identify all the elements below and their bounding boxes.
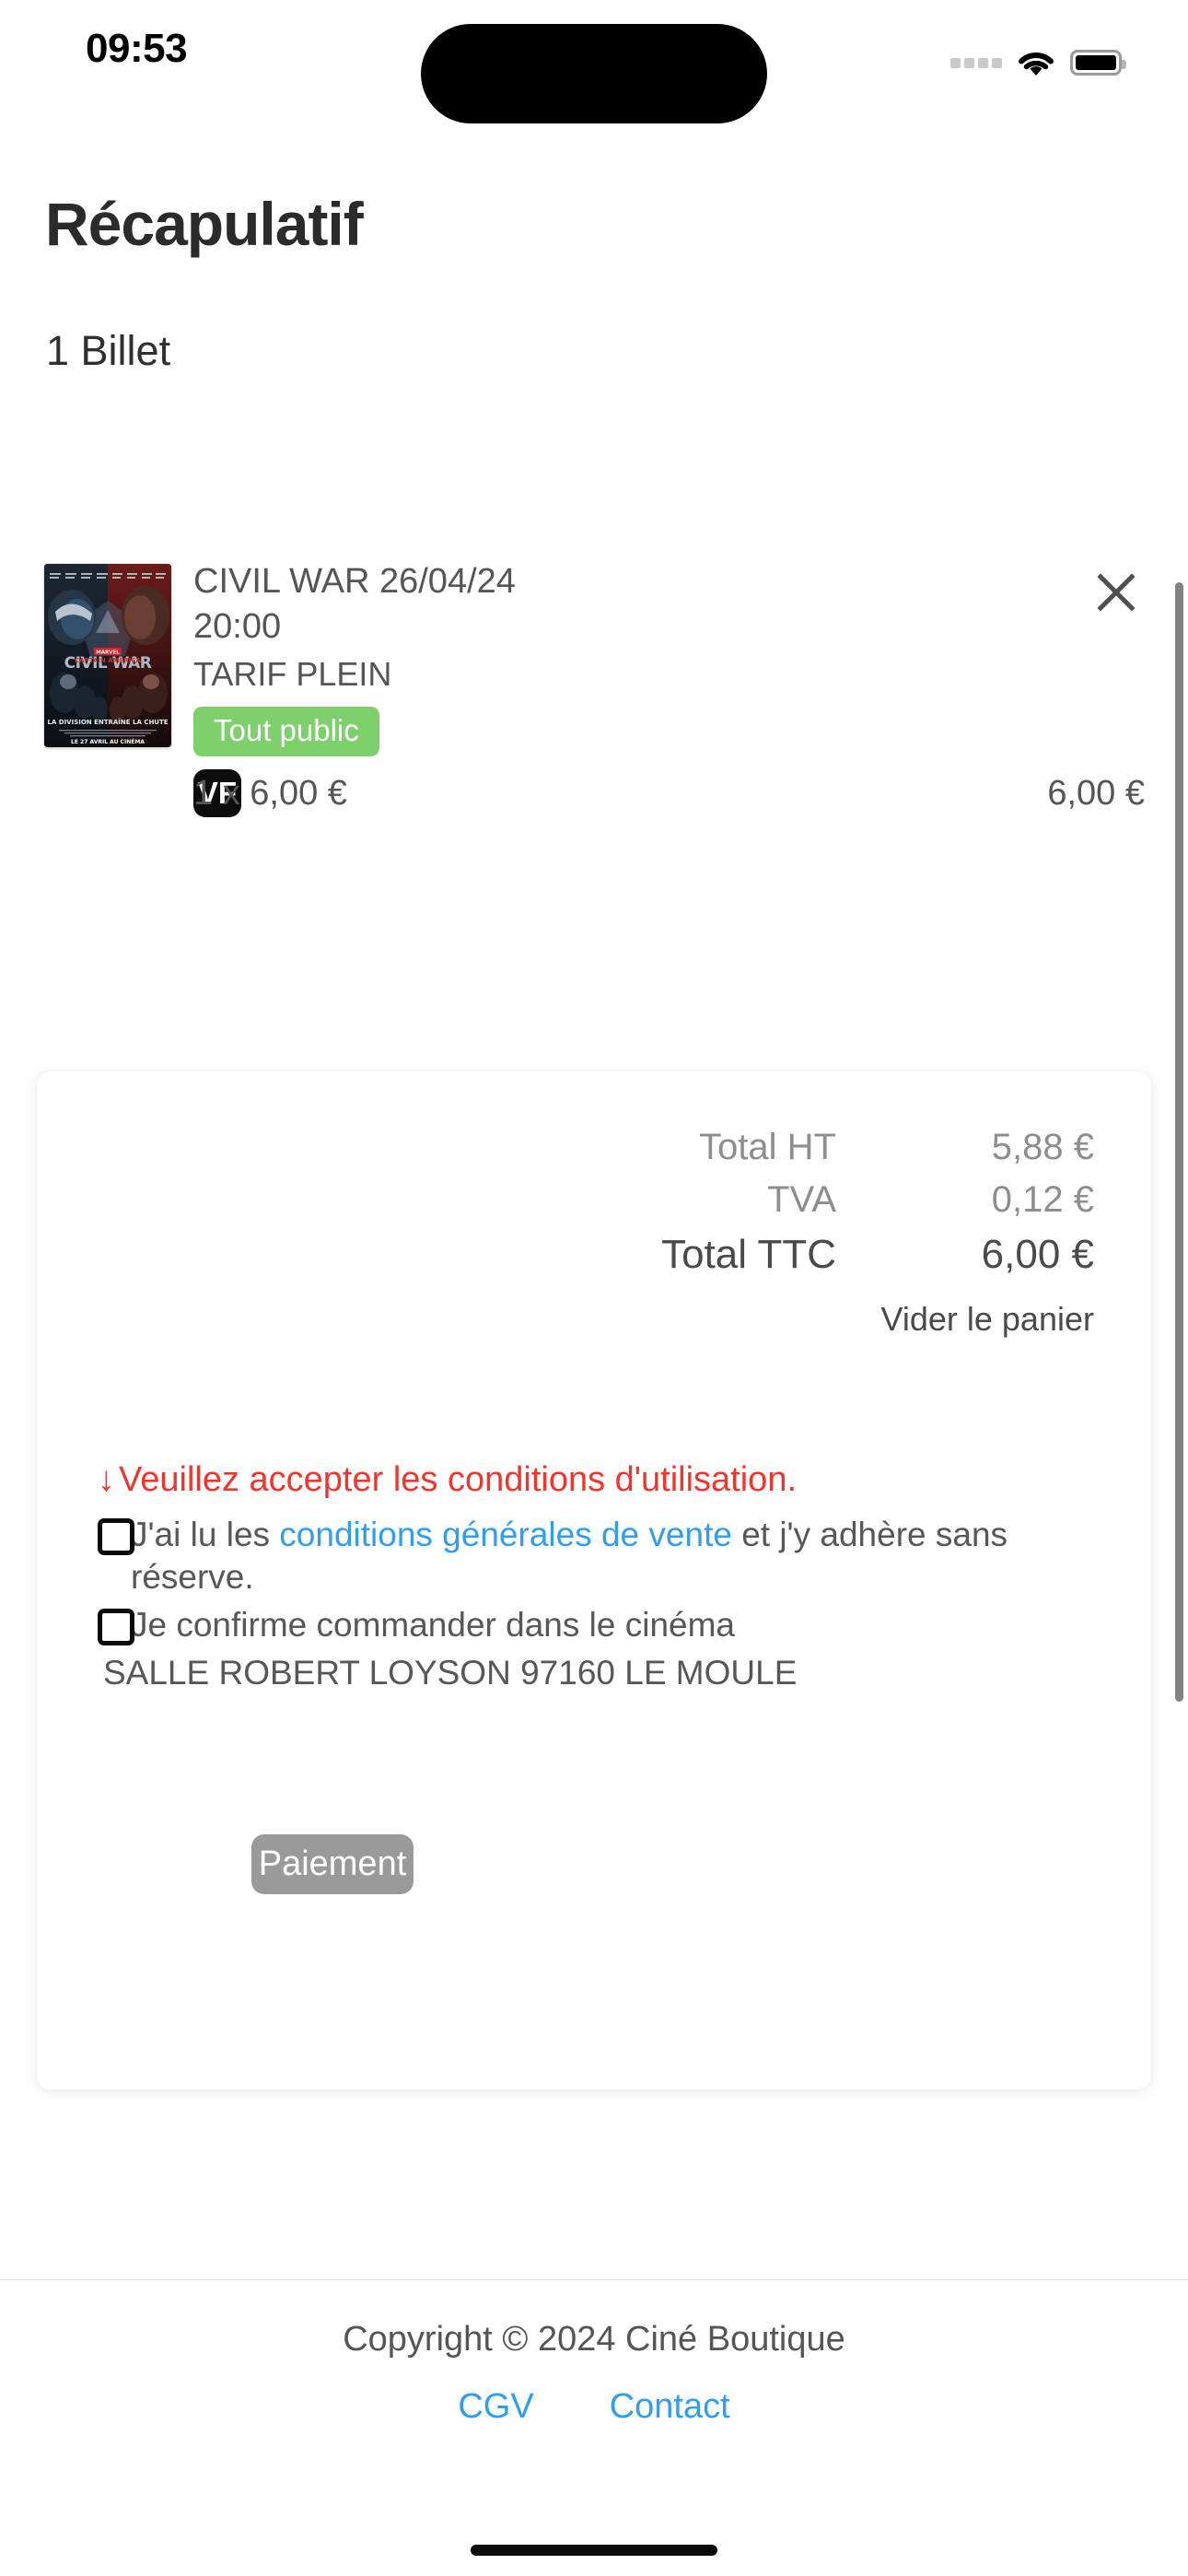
totals-block: Total HT 5,88 € TVA 0,12 € Total TTC 6,0… — [37, 1127, 1094, 1339]
film-showtime: 20:00 — [193, 607, 282, 647]
cart-item-price-row: 1 x 6,00 € 6,00 € — [193, 774, 1145, 814]
copyright-text: Copyright © 2024 Ciné Boutique — [343, 2320, 845, 2359]
total-line-ht: Total HT 5,88 € — [37, 1127, 1094, 1168]
cinema-checkbox[interactable] — [98, 1608, 134, 1645]
footer-links: CGV Contact — [0, 2387, 1188, 2427]
error-text: Veuillez accepter les conditions d'utili… — [119, 1460, 798, 1499]
cgv-checkbox[interactable] — [98, 1518, 134, 1555]
consent-checkboxes: J'ai lu les conditions générales de vent… — [64, 1514, 1124, 1694]
summary-card: Total HT 5,88 € TVA 0,12 € Total TTC 6,0… — [37, 1071, 1151, 2090]
audience-badge: Tout public — [193, 707, 379, 757]
payment-button-wrap: Paiement — [251, 1834, 413, 1894]
film-title: CIVIL WAR 26/04/24 — [193, 562, 516, 601]
svg-text:LA DIVISION ENTRAÎNE LA CHUTE: LA DIVISION ENTRAÎNE LA CHUTE — [47, 718, 168, 726]
quantity-price: 1 x 6,00 € — [193, 774, 347, 813]
tva-value: 0,12 € — [991, 1179, 1094, 1220]
down-arrow-icon: ↓ — [98, 1460, 115, 1499]
app-screen: Validation du panier. Paiement. Envoi de… — [0, 0, 1188, 2576]
payment-button[interactable]: Paiement — [251, 1834, 413, 1894]
home-indicator — [471, 2545, 717, 2556]
cgv-link[interactable]: conditions générales de vente — [279, 1516, 732, 1553]
total-ht-label: Total HT — [699, 1127, 836, 1167]
total-line-ttc: Total TTC 6,00 € — [37, 1232, 1094, 1278]
svg-text:CAPTAIN AMERICA: CAPTAIN AMERICA — [75, 657, 142, 664]
clear-cart-button[interactable]: Vider le panier — [37, 1300, 1095, 1339]
page-title: Récapulatif — [45, 190, 364, 258]
consent-cinema-row: Je confirme commander dans le cinéma — [64, 1604, 1124, 1646]
total-ttc-value: 6,00 € — [981, 1232, 1094, 1277]
footer-divider — [0, 2279, 1188, 2280]
movie-poster: MARVEL CIVIL WAR CAPTAIN AMERICA LA DIVI… — [44, 564, 171, 747]
close-icon[interactable] — [1088, 564, 1145, 621]
page-scrollbar[interactable] — [1175, 582, 1183, 1702]
line-total: 6,00 € — [1047, 774, 1145, 813]
consent-error-message: ↓ Veuillez accepter les conditions d'util… — [98, 1458, 797, 1503]
page-footer: Copyright © 2024 Ciné Boutique CGV Conta… — [0, 2320, 1188, 2427]
cinema-consent-text: Je confirme commander dans le cinéma — [131, 1605, 736, 1644]
checkout-breadcrumb: Validation du panier. Paiement. Envoi de… — [0, 0, 1188, 85]
consent-cgv-row: J'ai lu les conditions générales de vent… — [64, 1514, 1124, 1598]
venue-name: SALLE ROBERT LOYSON 97160 LE MOULE — [103, 1653, 798, 1692]
total-ht-value: 5,88 € — [991, 1127, 1094, 1167]
footer-link-contact[interactable]: Contact — [610, 2387, 730, 2427]
total-line-tva: TVA 0,12 € — [37, 1179, 1094, 1221]
footer-link-cgv[interactable]: CGV — [458, 2387, 533, 2427]
svg-text:LE 27 AVRIL AU CINÉMA: LE 27 AVRIL AU CINÉMA — [71, 738, 145, 745]
ticket-count-label: 1 Billet — [46, 327, 171, 374]
cgv-prefix-text: J'ai lu les — [131, 1516, 280, 1553]
total-ttc-label: Total TTC — [661, 1232, 836, 1277]
tva-label: TVA — [767, 1179, 836, 1220]
film-tariff: TARIF PLEIN — [193, 654, 392, 693]
